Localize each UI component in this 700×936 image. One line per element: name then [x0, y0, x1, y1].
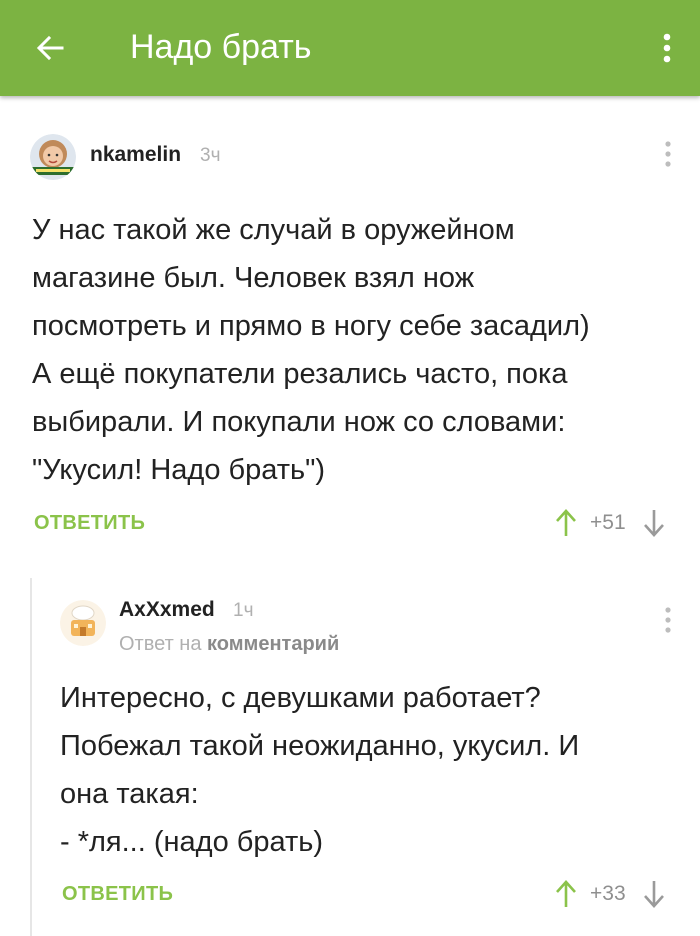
reply-comment: AxXxmed 1ч Ответ на комментарий Интересн… — [0, 566, 700, 936]
reply-to-prefix: Ответ на — [119, 633, 202, 655]
upvote-button[interactable] — [552, 876, 580, 912]
arrow-down-icon — [643, 881, 664, 908]
back-button[interactable] — [28, 26, 72, 70]
page-title: Надо брать — [130, 28, 312, 66]
comment-time: 1ч — [233, 600, 254, 621]
reply-button[interactable]: ОТВЕТИТЬ — [34, 509, 145, 537]
downvote-button[interactable] — [640, 876, 668, 912]
upvote-button[interactable] — [552, 505, 580, 541]
arrow-up-icon — [556, 880, 576, 907]
more-vertical-icon — [665, 141, 671, 167]
arrow-left-icon — [36, 35, 64, 61]
comment-author[interactable]: AxXxmed — [119, 596, 215, 624]
reply-button[interactable]: ОТВЕТИТЬ — [62, 880, 173, 908]
vote-controls: +51 — [552, 505, 668, 541]
reply-to-info: Ответ на комментарий — [119, 630, 339, 658]
comment: nkamelin 3ч У нас такой же случай в оруж… — [0, 96, 700, 566]
user-avatar-icon[interactable] — [30, 134, 76, 180]
reply-to-link[interactable]: комментарий — [207, 633, 339, 655]
menu-button[interactable] — [652, 26, 682, 70]
downvote-button[interactable] — [640, 505, 668, 541]
comment-more-button[interactable] — [656, 134, 680, 174]
more-vertical-icon — [665, 607, 671, 633]
house-avatar-icon[interactable] — [60, 600, 106, 646]
comment-more-button[interactable] — [656, 600, 680, 640]
comment-score: +33 — [590, 882, 626, 905]
app-bar: Надо брать — [0, 0, 700, 96]
comment-text: У нас такой же случай в оружейном магази… — [32, 214, 590, 486]
arrow-down-icon — [643, 510, 664, 537]
more-vertical-icon — [663, 33, 671, 63]
comment-time: 3ч — [200, 145, 221, 166]
vote-controls: +33 — [552, 876, 668, 912]
comment-score: +51 — [590, 511, 626, 534]
comment-text: Интересно, с девушками работает? Побежал… — [60, 682, 580, 858]
comment-author[interactable]: nkamelin — [90, 141, 181, 169]
arrow-up-icon — [556, 509, 576, 536]
